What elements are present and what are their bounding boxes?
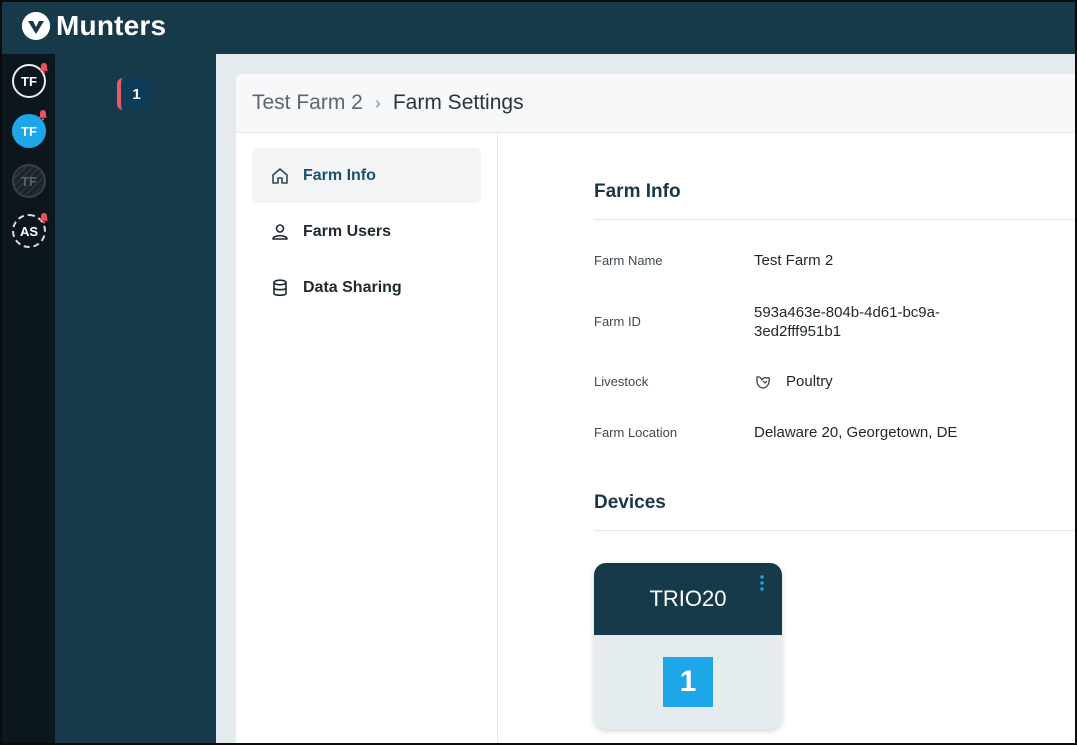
device-name: TRIO20 bbox=[649, 586, 727, 611]
nav-item-label: Farm Info bbox=[303, 166, 376, 184]
nav-item-label: Farm Users bbox=[303, 222, 392, 240]
page-title: Farm Settings bbox=[392, 91, 524, 114]
farm-id-label: Farm ID bbox=[594, 314, 641, 329]
notification-bell-icon bbox=[39, 213, 49, 224]
device-number-badge: 1 bbox=[663, 657, 713, 707]
farm-info-panel: Farm Info Farm Name Test Farm 2 Farm ID … bbox=[594, 133, 1075, 743]
settings-card: Test Farm 2 › Farm Settings Farm Info Fa… bbox=[236, 74, 1075, 743]
device-card-header: TRIO20 bbox=[594, 563, 782, 635]
breadcrumb-farm-link[interactable]: Test Farm 2 bbox=[252, 91, 363, 115]
farm-location-value: Delaware 20, Georgetown, DE bbox=[754, 424, 958, 441]
settings-nav: Farm Info Farm Users Data Sharing bbox=[236, 133, 498, 743]
chicken-icon bbox=[756, 375, 771, 389]
kebab-menu-icon[interactable] bbox=[760, 575, 764, 591]
livestock-label: Livestock bbox=[594, 374, 649, 389]
farm-id-line-2: 3ed2fff951b1 bbox=[754, 323, 842, 340]
top-bar: Munters bbox=[2, 2, 1075, 54]
farm-info-title: Farm Info bbox=[594, 181, 681, 202]
farm-avatar-1[interactable]: TF bbox=[12, 63, 49, 98]
munters-logo[interactable]: Munters bbox=[22, 9, 166, 43]
notification-bell-icon bbox=[39, 63, 49, 74]
breadcrumb: Test Farm 2 › Farm Settings bbox=[236, 74, 1075, 133]
content-area: Test Farm 2 › Farm Settings Farm Info Fa… bbox=[216, 54, 1075, 743]
farm-name-value: Test Farm 2 bbox=[754, 252, 834, 269]
home-icon bbox=[272, 167, 288, 184]
nav-item-farm-info[interactable]: Farm Info bbox=[252, 148, 481, 203]
user-icon bbox=[272, 223, 288, 240]
munters-logo-icon bbox=[22, 12, 50, 40]
section-divider bbox=[594, 530, 1075, 531]
farm-avatar-4[interactable]: AS bbox=[12, 213, 49, 248]
livestock-text: Poultry bbox=[786, 373, 833, 390]
farm-switcher-rail: TF TF TF AS bbox=[2, 54, 55, 743]
avatar-initials: AS bbox=[19, 223, 39, 239]
avatar-initials: TF bbox=[21, 123, 37, 139]
nav-item-data-sharing[interactable]: Data Sharing bbox=[252, 260, 481, 315]
nav-item-farm-users[interactable]: Farm Users bbox=[252, 204, 481, 259]
nav-item-label: Data Sharing bbox=[303, 278, 402, 296]
farm-name-label: Farm Name bbox=[594, 253, 663, 268]
avatar-initials: TF bbox=[21, 173, 37, 189]
avatar-initials: TF bbox=[21, 73, 37, 89]
devices-title: Devices bbox=[594, 492, 666, 513]
farm-panel: 1 bbox=[55, 54, 216, 743]
livestock-value: Poultry bbox=[754, 372, 833, 391]
farm-avatar-2[interactable]: TF bbox=[12, 110, 48, 148]
farm-location-label: Farm Location bbox=[594, 425, 678, 440]
app-window: Munters TF TF TF AS 1 Test Farm 2 › Farm… bbox=[0, 0, 1077, 745]
database-icon bbox=[273, 278, 287, 296]
breadcrumb-chevron-icon: › bbox=[374, 92, 381, 113]
device-card[interactable]: TRIO20 1 bbox=[594, 563, 782, 729]
section-divider bbox=[594, 219, 1075, 220]
notification-bell-icon bbox=[38, 110, 48, 121]
brand-name: Munters bbox=[56, 10, 167, 41]
farm-id-value: 593a463e-804b-4d61-bc9a- 3ed2fff951b1 bbox=[754, 303, 940, 341]
farm-id-line-1: 593a463e-804b-4d61-bc9a- bbox=[754, 304, 940, 321]
farm-avatar-3[interactable]: TF bbox=[12, 164, 46, 198]
farm-badge[interactable]: 1 bbox=[117, 78, 152, 110]
